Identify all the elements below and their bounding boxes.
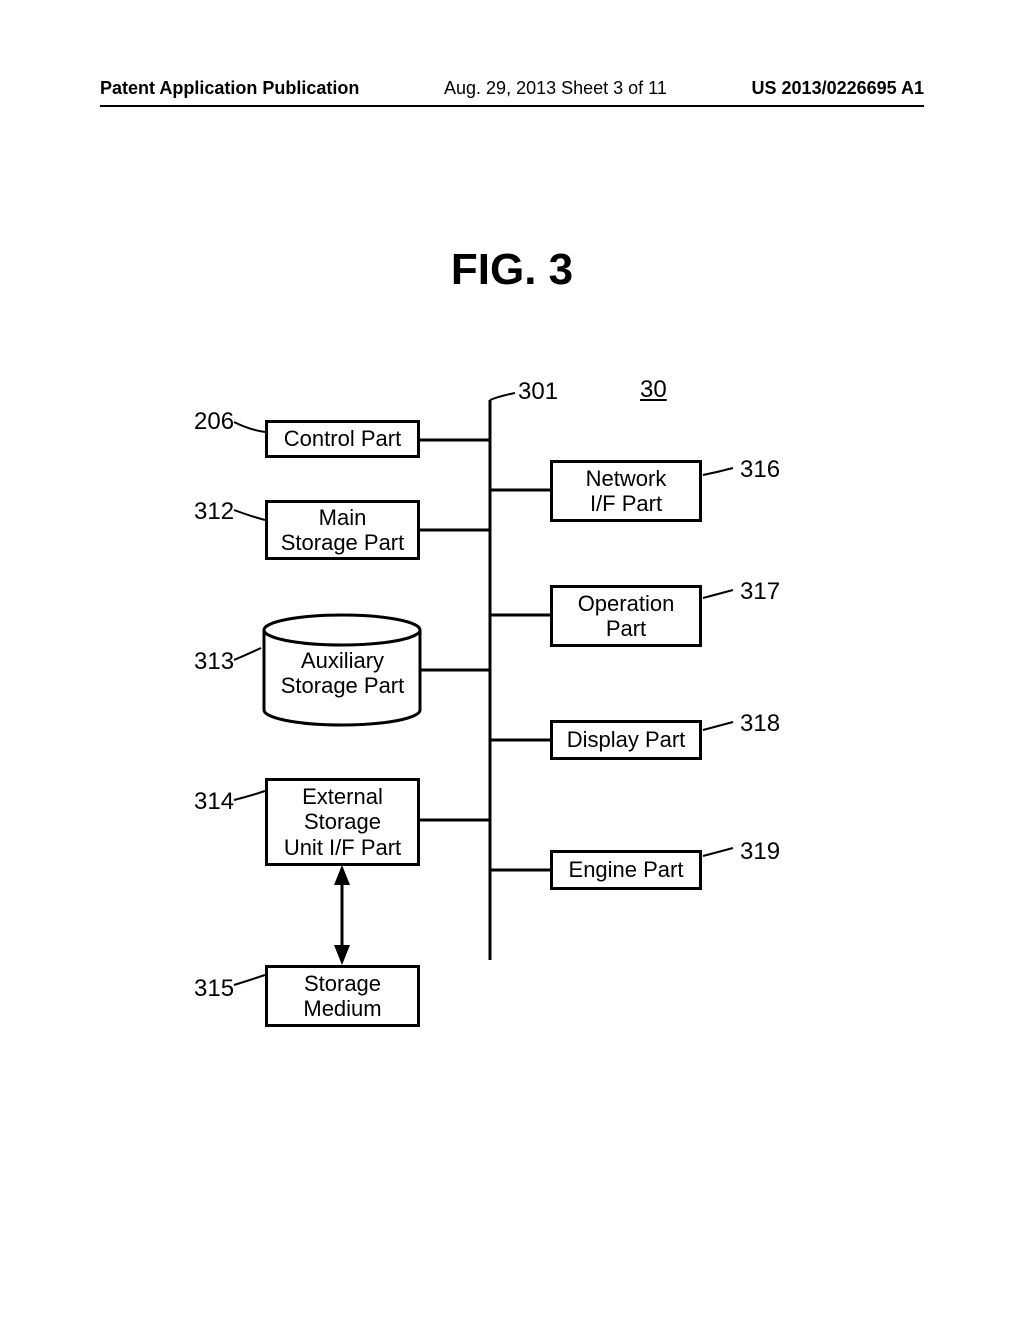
- block-storage-medium: StorageMedium: [265, 965, 420, 1027]
- ref-aux-storage: 313: [194, 648, 234, 676]
- block-main-storage: MainStorage Part: [265, 500, 420, 560]
- block-engine-label: Engine Part: [569, 857, 684, 882]
- system-ref: 30: [640, 376, 667, 404]
- ref-ext-storage-if: 314: [194, 788, 234, 816]
- diagram-connectors: [0, 0, 1024, 1320]
- patent-page: Patent Application Publication Aug. 29, …: [0, 0, 1024, 1320]
- ref-operation: 317: [740, 578, 780, 606]
- double-arrow: [334, 865, 350, 965]
- block-network-if-label: NetworkI/F Part: [586, 466, 667, 517]
- block-ext-storage-if: ExternalStorageUnit I/F Part: [265, 778, 420, 866]
- block-display-label: Display Part: [567, 727, 686, 752]
- block-engine: Engine Part: [550, 850, 702, 890]
- block-aux-storage: AuxiliaryStorage Part: [265, 648, 420, 699]
- ref-network-if: 316: [740, 456, 780, 484]
- ref-display: 318: [740, 710, 780, 738]
- block-operation: OperationPart: [550, 585, 702, 647]
- ref-control: 206: [194, 408, 234, 436]
- block-main-storage-label: MainStorage Part: [281, 505, 405, 556]
- block-storage-medium-label: StorageMedium: [303, 971, 381, 1022]
- block-control-label: Control Part: [284, 426, 401, 451]
- block-operation-label: OperationPart: [578, 591, 675, 642]
- ref-engine: 319: [740, 838, 780, 866]
- block-ext-storage-if-label: ExternalStorageUnit I/F Part: [284, 784, 401, 860]
- block-network-if: NetworkI/F Part: [550, 460, 702, 522]
- ref-storage-medium: 315: [194, 975, 234, 1003]
- block-control: Control Part: [265, 420, 420, 458]
- diagram: 30 301 Control Part 206 MainStorage Part…: [0, 0, 1024, 1320]
- ref-main-storage: 312: [194, 498, 234, 526]
- bus-ref: 301: [518, 378, 558, 406]
- block-display: Display Part: [550, 720, 702, 760]
- block-aux-storage-label: AuxiliaryStorage Part: [281, 648, 405, 698]
